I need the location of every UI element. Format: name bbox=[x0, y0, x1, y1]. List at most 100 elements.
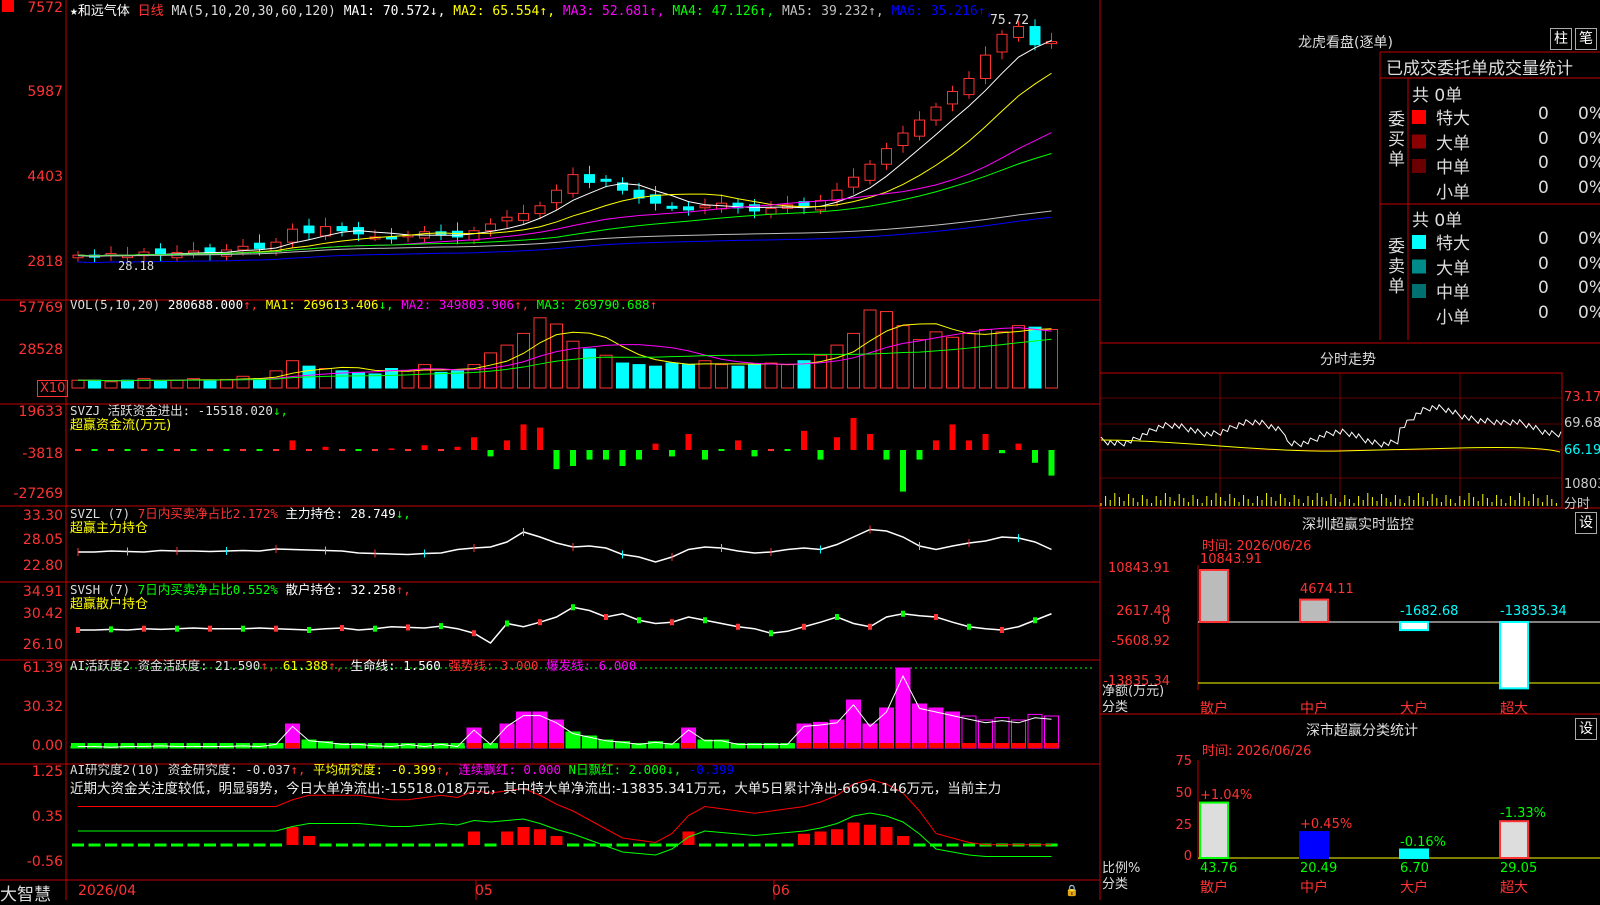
buy-row-percent: 0% bbox=[1578, 153, 1600, 173]
sz-class-time: 时间: 2026/06/26 bbox=[1202, 744, 1312, 759]
price-axis-label: 2818 bbox=[27, 254, 63, 270]
sz-class-value: 43.76 bbox=[1200, 861, 1238, 876]
sz-monitor-title: 深圳超赢实时监控 bbox=[1302, 517, 1414, 533]
buy-row-swatch bbox=[1412, 159, 1426, 173]
ai-research-axis-label: -0.56 bbox=[26, 854, 63, 870]
sz-class-category: 散户 bbox=[1200, 880, 1228, 896]
sz-class-change: -1.33% bbox=[1500, 806, 1546, 822]
sz-monitor-xlabel: 分类 bbox=[1102, 700, 1129, 715]
svsh-axis-label: 30.42 bbox=[22, 606, 63, 622]
sz-monitor-bar-label: 10843.91 bbox=[1200, 552, 1263, 567]
sz-class-value: 20.49 bbox=[1300, 861, 1338, 876]
sell-row-name: 大单 bbox=[1436, 258, 1470, 279]
sz-class-settings-button[interactable]: 设 bbox=[1575, 718, 1597, 740]
period-label: 日线 bbox=[137, 4, 164, 19]
sz-monitor-bar bbox=[1199, 569, 1229, 623]
intraday-title: 分时走势 bbox=[1320, 352, 1376, 368]
tick-view-button[interactable]: 笔 bbox=[1575, 28, 1597, 50]
sz-monitor-category: 大户 bbox=[1400, 701, 1428, 717]
ai-activity-axis-label: 61.39 bbox=[22, 660, 63, 676]
ma-legend-item: MA4: 47.126↑, bbox=[664, 4, 775, 19]
sell-row-swatch bbox=[1412, 308, 1426, 323]
sell-row-name: 中单 bbox=[1436, 283, 1470, 303]
sz-class-value: 29.05 bbox=[1500, 861, 1538, 876]
sell-orders-label: 委卖单 bbox=[1388, 237, 1405, 297]
ai-commentary: 近期大资金关注度较低，明显弱势，今日大单净流出:-15518.018万元，其中特… bbox=[70, 781, 1002, 797]
sell-row-name: 特大 bbox=[1436, 234, 1470, 254]
intraday-price-line bbox=[1100, 403, 1562, 448]
buy-row-count: 0 bbox=[1538, 128, 1549, 149]
sell-row-count: 0 bbox=[1538, 302, 1549, 323]
svzj-axis-label: -27269 bbox=[13, 486, 63, 502]
intraday-price-high: 73.17 bbox=[1564, 390, 1600, 405]
sz-class-bar bbox=[1399, 848, 1429, 859]
buy-orders-label: 委买单 bbox=[1388, 110, 1405, 170]
sz-monitor-bar-label: -13835.34 bbox=[1500, 604, 1567, 619]
sell-row-swatch bbox=[1412, 259, 1426, 274]
sz-monitor-axis-label: -5608.92 bbox=[1111, 634, 1170, 649]
lhb-header: 已成交委托单成交量统计 bbox=[1386, 59, 1573, 79]
buy-row-swatch bbox=[1412, 134, 1426, 149]
sz-monitor-settings-button[interactable]: 设 bbox=[1575, 512, 1597, 534]
sz-class-bar bbox=[1199, 801, 1229, 860]
sz-class-title: 深市超赢分类统计 bbox=[1306, 723, 1418, 739]
sz-monitor-category: 超大 bbox=[1500, 701, 1528, 717]
sell-row-name: 小单 bbox=[1436, 307, 1470, 328]
svsh-subtitle: 超赢散户持仓 bbox=[70, 597, 149, 612]
date-tick-may: 05 bbox=[475, 883, 493, 899]
sz-monitor-axis-label: 0 bbox=[1161, 613, 1170, 628]
buy-row-name: 中单 bbox=[1436, 158, 1470, 178]
ma-legend-item: MA5: 39.232↑, bbox=[774, 4, 884, 19]
date-tick-start: 2026/04 bbox=[78, 883, 137, 899]
price-axis-label: 4403 bbox=[27, 169, 63, 185]
sz-class-change: -0.16% bbox=[1400, 834, 1446, 850]
vol-axis-label: 28528 bbox=[18, 342, 63, 358]
ma-legend-item: MA2: 65.554↑, bbox=[445, 4, 556, 19]
svsh-axis-label: 26.10 bbox=[22, 637, 63, 653]
date-tick-june: 06 bbox=[772, 883, 790, 899]
lhb-title: 龙虎看盘(逐单) bbox=[1298, 35, 1393, 51]
sell-row-percent: 0% bbox=[1578, 253, 1600, 274]
intraday-label: 分时 bbox=[1564, 497, 1591, 512]
sz-class-category: 超大 bbox=[1500, 880, 1528, 896]
sz-monitor-bar bbox=[1399, 621, 1429, 632]
intraday-avg-line bbox=[1100, 439, 1561, 453]
brand-logo: 大智慧 bbox=[0, 885, 51, 905]
sz-class-change: +0.45% bbox=[1300, 817, 1353, 833]
ma-legend-item: MA3: 52.681↑, bbox=[555, 4, 665, 19]
buy-total: 共 0单 bbox=[1412, 86, 1463, 106]
buy-row-count: 0 bbox=[1538, 104, 1549, 124]
sz-monitor-bar bbox=[1299, 598, 1329, 624]
sell-row-percent: 0% bbox=[1578, 229, 1600, 249]
svzl-subtitle: 超赢主力持仓 bbox=[70, 521, 149, 536]
buy-row-swatch bbox=[1412, 183, 1426, 198]
vol-axis-label: 57769 bbox=[18, 300, 63, 316]
price-axis-label: 5987 bbox=[27, 84, 63, 100]
low-price-mark: 28.18 bbox=[118, 259, 155, 273]
buy-row-percent: 0% bbox=[1578, 128, 1600, 149]
lock-icon[interactable]: 🔒 bbox=[1065, 884, 1079, 897]
stock-name: ★和远气体 bbox=[70, 4, 130, 19]
sell-row-count: 0 bbox=[1538, 278, 1549, 298]
buy-row-name: 大单 bbox=[1436, 133, 1470, 154]
sz-monitor-bar-label: -1682.68 bbox=[1400, 604, 1459, 619]
sz-class-xlabel: 分类 bbox=[1102, 877, 1129, 892]
sz-monitor-axis-label: -13835.34 bbox=[1103, 674, 1170, 689]
sz-class-axis-label: 75 bbox=[1175, 754, 1192, 769]
ai-research-axis-label: 1.25 bbox=[31, 764, 63, 780]
sz-class-bar bbox=[1499, 820, 1529, 859]
price-axis-label: 7572 bbox=[27, 0, 63, 16]
ai-activity-legend: AI活跃度2 资金活跃度: 21.590↑, 61.388↑, 生命线: 1.5… bbox=[70, 658, 637, 673]
svzj-axis-label: 19633 bbox=[18, 404, 63, 420]
bar-view-button[interactable]: 柱 bbox=[1550, 28, 1572, 50]
intraday-price-mid: 69.68 bbox=[1564, 416, 1600, 431]
buy-row-count: 0 bbox=[1538, 177, 1549, 198]
vol-legend: VOL(5,10,20) 280688.000↑, MA1: 269613.40… bbox=[70, 297, 658, 312]
sell-row-percent: 0% bbox=[1578, 302, 1600, 323]
ma-legend-item: MA1: 70.572↓, bbox=[343, 4, 446, 19]
sz-monitor-bar-label: 4674.11 bbox=[1300, 581, 1354, 597]
svzl-axis-label: 33.30 bbox=[22, 508, 63, 524]
intraday-volume-max: 10803 bbox=[1564, 477, 1600, 492]
sz-class-axis-label: 50 bbox=[1175, 786, 1192, 801]
svzl-axis-label: 28.05 bbox=[22, 532, 63, 548]
